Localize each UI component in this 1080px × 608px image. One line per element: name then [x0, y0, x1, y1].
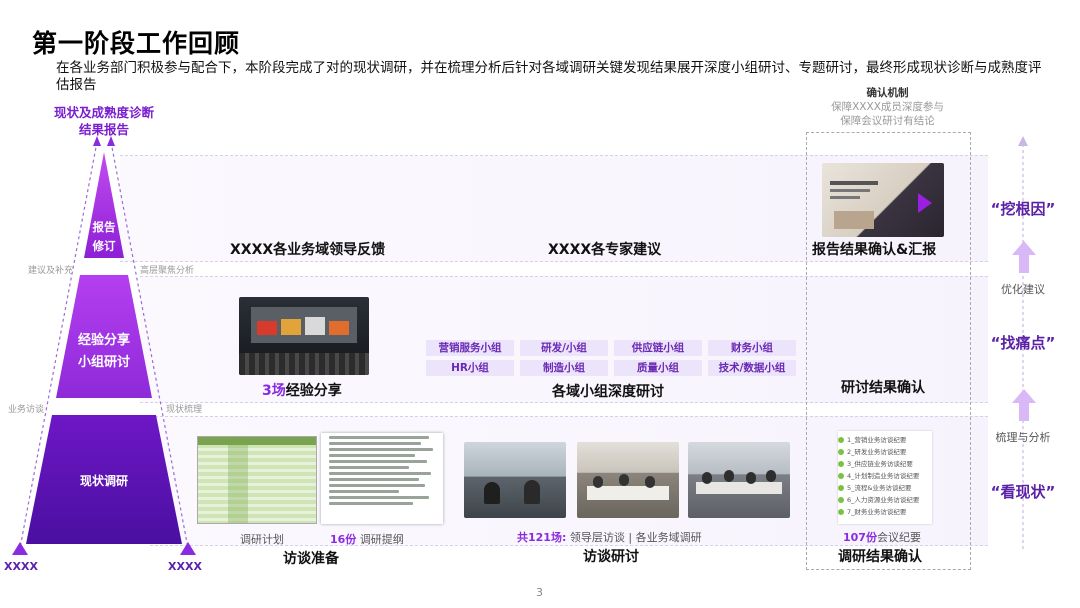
group-tag: 技术/数据小组: [708, 360, 796, 376]
group-tag: 供应链小组: [614, 340, 702, 356]
minutes-item: 7_财务业务访谈纪要: [838, 506, 932, 518]
apex-arrow-left: [93, 136, 101, 146]
interview-count: 共121场:: [517, 531, 567, 544]
interview-text: 领导层访谈 | 各业务域调研: [569, 531, 702, 544]
group-tag: 质量小组: [614, 360, 702, 376]
note-sort-analyze: 梳理与分析: [995, 431, 1051, 444]
interview-label: 访谈研讨: [583, 549, 639, 565]
minutes-item: 1_营销业务访谈纪要: [838, 434, 932, 446]
mechanism-line1: 保障XXXX成员深度参与: [831, 101, 944, 113]
pyramid-caption-line1: 现状及成熟度诊断: [53, 105, 154, 120]
survey-plan-caption: 调研计划: [240, 533, 284, 546]
mechanism-line2: 保障会议研讨有结论: [840, 115, 935, 127]
side-label-sort: 现状梳理: [166, 405, 203, 415]
survey-plan-image: [197, 436, 317, 524]
side-label-interview: 业务访谈: [8, 405, 45, 415]
group-tag: 制造小组: [520, 360, 608, 376]
up-arrow-icon: [1012, 389, 1036, 421]
experience-share-caption: 3场经验分享: [262, 380, 342, 400]
side-label-suggest: 建议及补充: [28, 266, 74, 276]
pyramid-level-top-label: 报告 修订: [92, 220, 116, 253]
minutes-item: 3_供应链业务访谈纪要: [838, 458, 932, 470]
interview-prep-label: 访谈准备: [283, 551, 339, 567]
note-optimize: 优化建议: [1001, 283, 1045, 296]
pyramid-level-bottom-label: 现状调研: [79, 474, 128, 488]
tag-find-pain-points: “找痛点”: [990, 334, 1056, 352]
interview-photo-2: [577, 442, 679, 518]
mechanism-title: 确认机制: [866, 87, 909, 99]
experience-share-count: 3场: [262, 383, 286, 399]
experience-share-text: 经验分享: [285, 383, 342, 399]
corner-marker-left: [12, 542, 28, 555]
group-tag: HR小组: [426, 360, 514, 376]
survey-outline-image: [321, 433, 443, 524]
corner-marker-right: [180, 542, 196, 555]
interview-photo-3: [688, 442, 790, 518]
group-tag: 营销服务小组: [426, 340, 514, 356]
survey-outline-caption: 16份 调研提纲: [330, 531, 404, 547]
report-confirm-label: 报告结果确认&汇报: [812, 242, 937, 258]
minutes-item: 4_计划制造业务访谈纪要: [838, 470, 932, 482]
experience-share-photo: [239, 297, 369, 375]
expert-advice-label: XXXX各专家建议: [548, 242, 662, 258]
minutes-caption: 107份会议纪要: [843, 529, 921, 545]
tag-dig-root-cause: “挖根因”: [990, 200, 1056, 218]
report-cover-image: [822, 163, 944, 237]
pyramid-corner-right: XXXX: [168, 560, 202, 573]
leader-feedback-label: XXXX各业务域领导反馈: [230, 242, 386, 258]
group-tag: 财务小组: [708, 340, 796, 356]
group-workshop-label: 各域小组深度研讨: [552, 384, 664, 400]
minutes-text: 会议纪要: [876, 531, 921, 544]
up-arrow-icon: [1012, 241, 1036, 273]
apex-arrow-right: [107, 136, 115, 146]
pyramid-level-mid-label: 经验分享 小组研讨: [60, 330, 148, 374]
pyramid-corner-left: XXXX: [4, 560, 38, 573]
folder-icon: [838, 461, 844, 467]
tag-see-status: “看现状”: [990, 483, 1056, 501]
outline-text: 调研提纲: [359, 533, 404, 546]
workshop-confirm-label: 研讨结果确认: [841, 380, 925, 396]
minutes-list: 1_营销业务访谈纪要 2_研发业务访谈纪要 3_供应链业务访谈纪要 4_计划制造…: [838, 431, 932, 524]
confirmation-mechanism-header: 确认机制 保障XXXX成员深度参与 保障会议研讨有结论: [806, 86, 969, 128]
folder-icon: [838, 437, 844, 443]
interview-caption: 共121场: 领导层访谈 | 各业务域调研: [517, 529, 702, 545]
folder-icon: [838, 473, 844, 479]
pyramid-level-mid-line2: 小组研讨: [77, 355, 130, 370]
interview-photo-1: [464, 442, 566, 518]
page-number: 3: [536, 586, 543, 599]
folder-icon: [838, 509, 844, 515]
folder-icon: [838, 449, 844, 455]
minutes-count: 107份: [843, 531, 877, 544]
folder-icon: [838, 497, 844, 503]
group-tag: 研发/小组: [520, 340, 608, 356]
minutes-item: 5_流程&业务访谈纪要: [838, 482, 932, 494]
outline-count: 16份: [330, 533, 357, 546]
minutes-item: 6_人力资源业务访谈纪要: [838, 494, 932, 506]
pyramid-level-mid-line1: 经验分享: [77, 333, 130, 348]
page-title: 第一阶段工作回顾: [32, 29, 241, 58]
group-grid: 营销服务小组 研发/小组 供应链小组 财务小组 HR小组 制造小组 质量小组 技…: [426, 340, 798, 376]
side-label-focus: 高层聚焦分析: [140, 266, 195, 276]
minutes-item: 2_研发业务访谈纪要: [838, 446, 932, 458]
survey-confirm-label: 调研结果确认: [838, 549, 922, 565]
folder-icon: [838, 485, 844, 491]
